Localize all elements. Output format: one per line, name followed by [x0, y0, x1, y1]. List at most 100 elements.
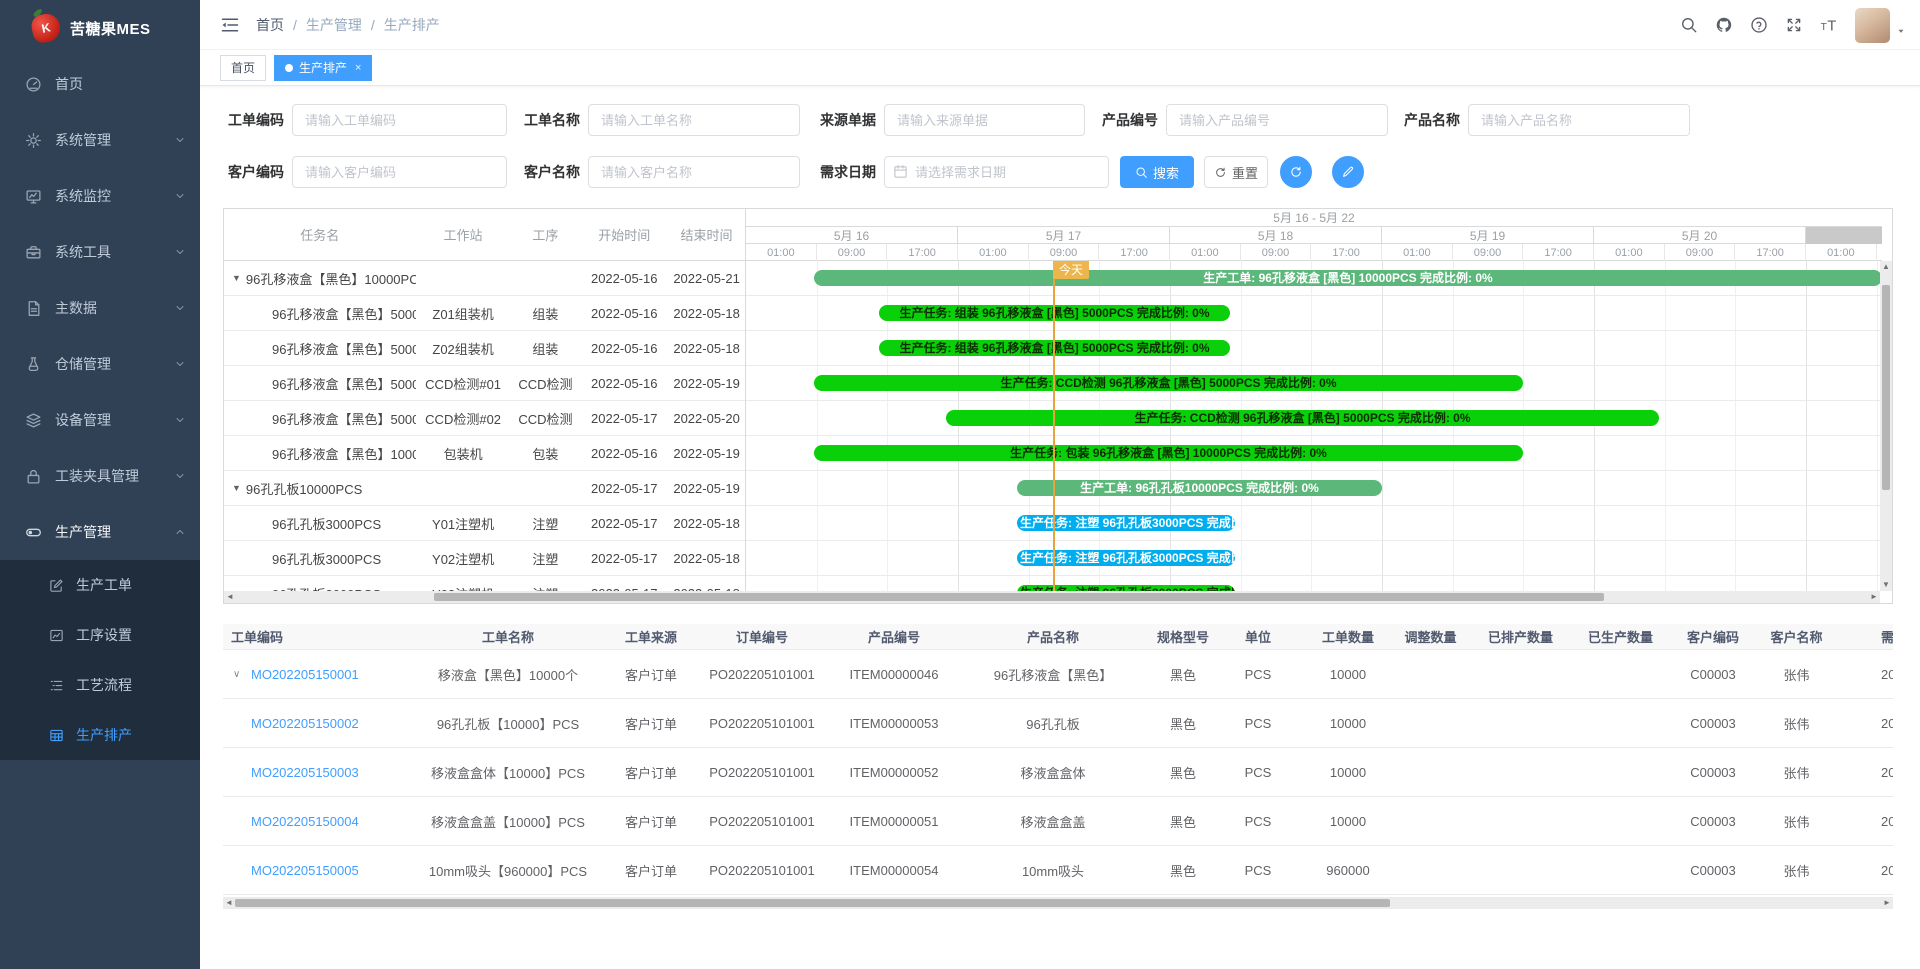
gantt-bar[interactable]: 生产任务: CCD检测 96孔移液盒 [黑色] 5000PCS 完成比例: 0% — [814, 375, 1523, 391]
gantt-horizontal-scrollbar[interactable]: ◄ ► — [224, 591, 1880, 603]
chevron-down-icon[interactable] — [174, 190, 186, 202]
sidebar-item-fixture[interactable]: 工装夹具管理 — [0, 448, 200, 504]
table-cell-adjust_qty — [1393, 846, 1468, 894]
sidebar-item-equipment[interactable]: 设备管理 — [0, 392, 200, 448]
gantt-grid-row[interactable]: ▼96孔移液盒【黑色】10000PCS2022-05-162022-05-21 — [224, 261, 745, 296]
filter-work-order-code-input[interactable] — [292, 104, 507, 136]
reset-button[interactable]: 重置 — [1204, 156, 1268, 188]
avatar[interactable] — [1855, 8, 1890, 43]
gantt-grid-row[interactable]: 96孔孔板3000PCSY02注塑机注塑2022-05-172022-05-18 — [224, 541, 745, 576]
scrollbar-thumb[interactable] — [434, 593, 1604, 601]
sidebar-item-system-tools[interactable]: 系统工具 — [0, 224, 200, 280]
gantt-hour-cell: 09:00 — [1665, 244, 1736, 261]
sidebar-item-production[interactable]: 生产管理 — [0, 504, 200, 560]
sidebar-item-master-data[interactable]: 主数据 — [0, 280, 200, 336]
gantt-grid-row[interactable]: 96孔孔板3000PCSY01注塑机注塑2022-05-172022-05-18 — [224, 506, 745, 541]
work-order-link[interactable]: MO202205150003 — [251, 765, 359, 780]
chevron-down-icon[interactable] — [174, 358, 186, 370]
filter-customer-code-input[interactable] — [292, 156, 507, 188]
scroll-down-icon[interactable]: ▼ — [1880, 579, 1892, 591]
sidebar-item-system-monitor[interactable]: 系统监控 — [0, 168, 200, 224]
scroll-right-icon[interactable]: ► — [1868, 591, 1880, 603]
gantt-hour-cell: 09:00 — [1453, 244, 1524, 261]
search-button[interactable]: 搜索 — [1120, 156, 1194, 188]
table-cell-produced_qty — [1573, 797, 1668, 845]
scrollbar-thumb[interactable] — [235, 899, 1390, 907]
gantt-grid-row[interactable]: 96孔移液盒【黑色】5000PCSZ02组装机组装2022-05-162022-… — [224, 331, 745, 366]
refresh-button[interactable] — [1280, 156, 1312, 188]
gantt-bar[interactable]: 生产工单: 96孔孔板10000PCS 完成比例: 0% — [1017, 480, 1382, 496]
scroll-up-icon[interactable]: ▲ — [1880, 261, 1892, 273]
github-icon[interactable] — [1715, 16, 1733, 34]
gantt-grid-row[interactable]: 96孔移液盒【黑色】10000PCS包装机包装2022-05-162022-05… — [224, 436, 745, 471]
gantt-grid-row[interactable]: 96孔移液盒【黑色】5000PCSCCD检测#02CCD检测2022-05-17… — [224, 401, 745, 436]
tab-item[interactable]: 首页 — [220, 55, 266, 81]
work-order-link[interactable]: MO202205150004 — [251, 814, 359, 829]
caret-down-icon[interactable] — [1896, 26, 1906, 36]
help-icon[interactable] — [1750, 16, 1768, 34]
table-cell-unit: PCS — [1213, 797, 1303, 845]
chevron-down-icon[interactable] — [174, 134, 186, 146]
gantt-grid-row[interactable]: ▼96孔孔板10000PCS2022-05-172022-05-19 — [224, 471, 745, 506]
filter-customer-name-input[interactable] — [588, 156, 800, 188]
gantt-bar[interactable]: 生产工单: 96孔移液盒 [黑色] 10000PCS 完成比例: 0% — [814, 270, 1882, 286]
work-order-link[interactable]: MO202205150002 — [251, 716, 359, 731]
gantt-day-cell: 5月 16 — [746, 227, 958, 244]
sidebar-item-work-order[interactable]: 生产工单 — [0, 560, 200, 610]
tab-close-icon[interactable]: × — [355, 62, 361, 74]
sidebar-item-warehouse[interactable]: 仓储管理 — [0, 336, 200, 392]
filter-source-doc-input[interactable] — [884, 104, 1085, 136]
filter-product-name-input[interactable] — [1468, 104, 1690, 136]
table-column-scheduled_qty: 已排产数量 — [1468, 624, 1573, 649]
gantt-task-name: ▼96孔移液盒【黑色】10000PCS — [224, 269, 416, 288]
filter-work-order-name-input[interactable] — [588, 104, 800, 136]
work-order-link[interactable]: MO202205150005 — [251, 863, 359, 878]
gantt-bar[interactable]: 生产任务: 注塑 96孔孔板3000PCS 完成比例: 0% — [1017, 550, 1235, 566]
chevron-down-icon[interactable] — [174, 470, 186, 482]
gantt-day-cell: 5月 17 — [958, 227, 1170, 244]
scroll-left-icon[interactable]: ◄ — [224, 591, 236, 603]
gantt-grid-row[interactable]: 96孔移液盒【黑色】5000PCSCCD检测#01CCD检测2022-05-16… — [224, 366, 745, 401]
sidebar-item-home[interactable]: 首页 — [0, 56, 200, 112]
filter-demand-date-input[interactable] — [884, 156, 1109, 188]
table-cell-scheduled_qty — [1468, 748, 1573, 796]
table-horizontal-scrollbar[interactable]: ◄ ► — [223, 897, 1893, 909]
chevron-up-icon[interactable] — [174, 526, 186, 538]
fontsize-icon[interactable]: TT — [1820, 16, 1838, 34]
app-logo[interactable]: K 苦糖果MES — [0, 0, 200, 56]
edit-button[interactable] — [1332, 156, 1364, 188]
sidebar-item-production-scheduling[interactable]: 生产排产 — [0, 710, 200, 760]
tab-active[interactable]: 生产排产× — [274, 55, 372, 81]
expand-triangle-icon[interactable]: ▼ — [232, 483, 241, 493]
gantt-station: Y02注塑机 — [416, 549, 511, 568]
table-row[interactable]: ∨MO20220515000296孔孔板【10000】PCS客户订单PO2022… — [223, 699, 1893, 748]
refresh-icon — [1214, 166, 1227, 179]
scroll-left-icon[interactable]: ◄ — [223, 897, 235, 909]
gantt-vertical-scrollbar[interactable]: ▲ ▼ — [1880, 261, 1892, 591]
breadcrumb-item[interactable]: 首页 — [256, 15, 284, 35]
filter-product-no-input[interactable] — [1166, 104, 1388, 136]
sidebar-item-process-settings[interactable]: 工序设置 — [0, 610, 200, 660]
gantt-bar[interactable]: 生产任务: 注塑 96孔孔板3000PCS 完成比例: 0% — [1017, 515, 1235, 531]
row-expand-icon[interactable]: ∨ — [233, 669, 245, 680]
expand-triangle-icon[interactable]: ▼ — [232, 273, 241, 283]
filter-label: 客户名称 — [516, 162, 580, 182]
table-row[interactable]: ∨MO202205150003移液盒盒体【10000】PCS客户订单PO2022… — [223, 748, 1893, 797]
gantt-grid-row[interactable]: 96孔移液盒【黑色】5000PCSZ01组装机组装2022-05-162022-… — [224, 296, 745, 331]
table-row[interactable]: ∨MO20220515000510mm吸头【960000】PCS客户订单PO20… — [223, 846, 1893, 895]
sidebar-item-process-flow[interactable]: 工艺流程 — [0, 660, 200, 710]
chevron-down-icon[interactable] — [174, 414, 186, 426]
fullscreen-icon[interactable] — [1785, 16, 1803, 34]
table-row[interactable]: ∨MO202205150004移液盒盒盖【10000】PCS客户订单PO2022… — [223, 797, 1893, 846]
chevron-down-icon[interactable] — [174, 246, 186, 258]
chevron-down-icon[interactable] — [174, 302, 186, 314]
work-order-link[interactable]: MO202205150001 — [251, 667, 359, 682]
scrollbar-thumb[interactable] — [1882, 285, 1890, 490]
sidebar-collapse-icon[interactable] — [220, 15, 240, 35]
sidebar-item-system-admin[interactable]: 系统管理 — [0, 112, 200, 168]
gantt-bar[interactable]: 生产任务: 包装 96孔移液盒 [黑色] 10000PCS 完成比例: 0% — [814, 445, 1523, 461]
scroll-right-icon[interactable]: ► — [1881, 897, 1893, 909]
task-name-text: 96孔移液盒【黑色】10000PCS — [272, 444, 416, 463]
search-icon[interactable] — [1680, 16, 1698, 34]
table-row[interactable]: ∨MO202205150001移液盒【黑色】10000个客户订单PO202205… — [223, 650, 1893, 699]
